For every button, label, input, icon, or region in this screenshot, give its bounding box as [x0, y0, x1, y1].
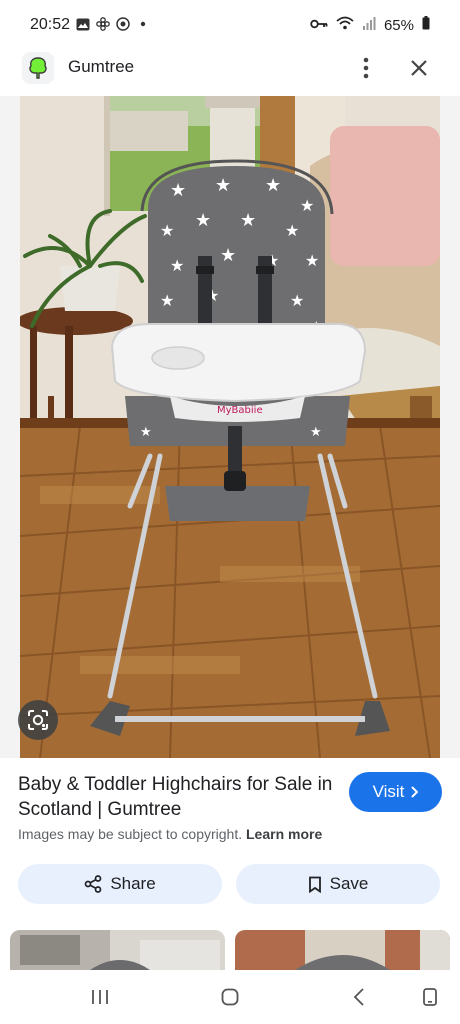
system-nav-bar — [0, 970, 460, 1024]
app-header: Gumtree — [0, 40, 460, 96]
svg-text:★: ★ — [220, 245, 236, 266]
svg-text:★: ★ — [160, 291, 174, 310]
visit-button[interactable]: Visit — [349, 772, 442, 812]
copyright-text: Images may be subject to copyright. — [18, 826, 243, 842]
status-time: 20:52 — [30, 16, 71, 33]
wifi-icon — [336, 16, 354, 34]
target-icon — [116, 17, 130, 31]
image-viewer: ★ ★ ★ ★ ★ ★ ★ ★ ★ ★ ★ ★ ★ ★ ★ ★ ★ MyBabi… — [0, 96, 460, 758]
app-title: Gumtree — [68, 57, 135, 76]
signal-icon — [362, 16, 376, 34]
gumtree-logo[interactable] — [22, 52, 54, 84]
svg-text:★: ★ — [160, 221, 174, 240]
svg-text:★: ★ — [215, 175, 231, 196]
home-button[interactable] — [215, 982, 245, 1012]
save-label: Save — [329, 874, 369, 893]
visit-label: Visit — [372, 782, 405, 801]
dot-icon — [136, 17, 150, 31]
related-image-thumbnail[interactable] — [235, 930, 450, 970]
share-label: Share — [110, 874, 156, 893]
pinwheel-icon — [96, 17, 110, 31]
highchair-photo[interactable]: ★ ★ ★ ★ ★ ★ ★ ★ ★ ★ ★ ★ ★ ★ ★ ★ ★ MyBabi… — [20, 96, 440, 758]
share-button[interactable]: Share — [18, 864, 222, 904]
status-system-icons: 65% — [310, 16, 430, 34]
home-icon — [221, 988, 239, 1006]
svg-text:★: ★ — [285, 221, 299, 240]
result-title[interactable]: Baby & Toddler Highchairs for Sale in Sc… — [18, 772, 338, 822]
key-icon — [310, 17, 328, 34]
chevron-right-icon — [411, 786, 419, 798]
learn-more-link[interactable]: Learn more — [246, 826, 322, 842]
recent-apps-icon — [92, 990, 108, 1004]
save-button[interactable]: Save — [236, 864, 440, 904]
phone-icon — [423, 988, 437, 1006]
svg-text:★: ★ — [170, 256, 184, 275]
close-icon — [411, 60, 427, 76]
bookmark-icon — [308, 876, 321, 893]
status-notification-icons — [76, 17, 150, 31]
keyboard-toggle-button[interactable] — [415, 982, 445, 1012]
recent-apps-button[interactable] — [85, 982, 115, 1012]
svg-text:★: ★ — [170, 180, 186, 201]
svg-text:★: ★ — [300, 196, 314, 215]
svg-text:★: ★ — [140, 425, 152, 440]
gallery-icon — [76, 17, 90, 31]
status-bar: 20:52 65% — [0, 0, 460, 40]
chair-brand-label: MyBabiie — [217, 405, 263, 416]
svg-text:★: ★ — [290, 291, 304, 310]
lens-icon — [28, 710, 48, 730]
battery-text: 65% — [383, 16, 414, 34]
svg-text:★: ★ — [240, 210, 256, 231]
share-icon — [84, 875, 102, 893]
copyright-note: Images may be subject to copyright. Lear… — [18, 826, 322, 842]
svg-text:★: ★ — [195, 210, 211, 231]
back-icon — [353, 988, 364, 1006]
back-button[interactable] — [344, 982, 374, 1012]
google-lens-button[interactable] — [18, 700, 58, 740]
more-options-button[interactable] — [354, 54, 378, 82]
battery-icon — [422, 16, 430, 34]
svg-text:★: ★ — [265, 175, 281, 196]
related-image-thumbnail[interactable] — [10, 930, 225, 970]
svg-text:★: ★ — [310, 425, 322, 440]
close-button[interactable] — [405, 54, 433, 82]
svg-text:★: ★ — [305, 251, 319, 270]
